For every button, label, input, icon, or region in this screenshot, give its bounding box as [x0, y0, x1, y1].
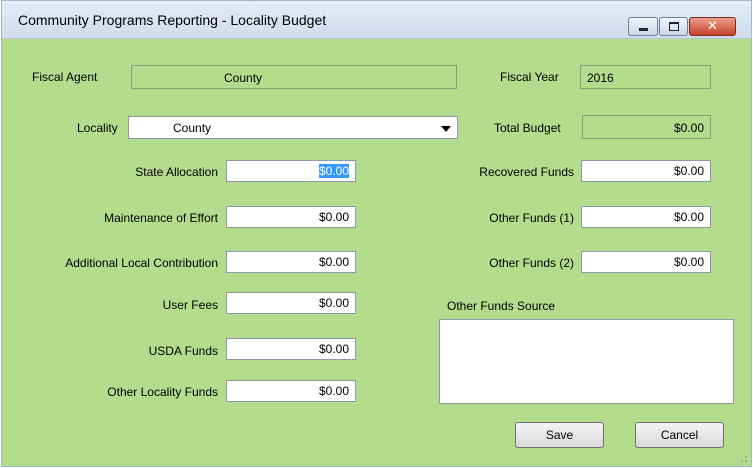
- minimize-icon: [638, 28, 648, 31]
- total-budget-value: $0.00: [673, 121, 704, 135]
- other-funds-2-label: Other Funds (2): [489, 256, 574, 270]
- additional-local-contribution-input[interactable]: $0.00: [226, 251, 356, 273]
- locality-selected-value: County: [173, 121, 212, 135]
- other-funds-source-label: Other Funds Source: [447, 299, 556, 313]
- close-button[interactable]: ✕: [689, 17, 736, 36]
- state-allocation-label: State Allocation: [135, 165, 218, 179]
- cancel-button[interactable]: Cancel: [635, 422, 724, 448]
- window-title: Community Programs Reporting - Locality …: [18, 12, 327, 28]
- total-budget-label: Total Budget: [494, 121, 561, 135]
- fiscal-agent-field: County: [131, 65, 457, 89]
- maintenance-of-effort-input[interactable]: $0.00: [226, 206, 356, 228]
- fiscal-agent-value: County: [224, 71, 263, 85]
- fiscal-agent-label: Fiscal Agent: [32, 70, 98, 84]
- close-icon: ✕: [707, 19, 718, 34]
- recovered-funds-label: Recovered Funds: [479, 165, 574, 179]
- user-fees-input[interactable]: $0.00: [226, 292, 356, 314]
- locality-budget-window: Community Programs Reporting - Locality …: [1, 0, 752, 467]
- state-allocation-value: $0.00: [318, 164, 349, 178]
- maximize-button[interactable]: [659, 17, 688, 36]
- fiscal-year-label: Fiscal Year: [500, 70, 559, 84]
- additional-local-contribution-label: Additional Local Contribution: [65, 256, 218, 270]
- total-budget-field: $0.00: [582, 115, 711, 139]
- state-allocation-input[interactable]: $0.00: [226, 160, 356, 182]
- other-funds-1-label: Other Funds (1): [489, 211, 574, 225]
- usda-funds-label: USDA Funds: [148, 344, 218, 358]
- other-funds-2-input[interactable]: $0.00: [581, 251, 711, 273]
- title-bar[interactable]: Community Programs Reporting - Locality …: [2, 1, 751, 39]
- save-button[interactable]: Save: [515, 422, 604, 448]
- other-funds-source-textarea[interactable]: [439, 319, 734, 404]
- minimize-button[interactable]: [628, 17, 658, 36]
- user-fees-label: User Fees: [162, 298, 218, 312]
- other-locality-funds-label: Other Locality Funds: [107, 385, 218, 399]
- other-locality-funds-input[interactable]: $0.00: [226, 380, 356, 402]
- maintenance-of-effort-label: Maintenance of Effort: [104, 211, 218, 225]
- locality-dropdown[interactable]: County: [128, 116, 458, 139]
- fiscal-year-field: 2016: [580, 65, 711, 89]
- other-funds-1-input[interactable]: $0.00: [581, 206, 711, 228]
- usda-funds-input[interactable]: $0.00: [226, 338, 356, 360]
- maximize-icon: [668, 22, 679, 31]
- dropdown-arrow-icon[interactable]: [441, 126, 451, 132]
- fiscal-year-value: 2016: [587, 71, 614, 85]
- recovered-funds-input[interactable]: $0.00: [581, 160, 711, 182]
- resize-grip-icon[interactable]: [738, 453, 748, 463]
- locality-label: Locality: [77, 121, 118, 135]
